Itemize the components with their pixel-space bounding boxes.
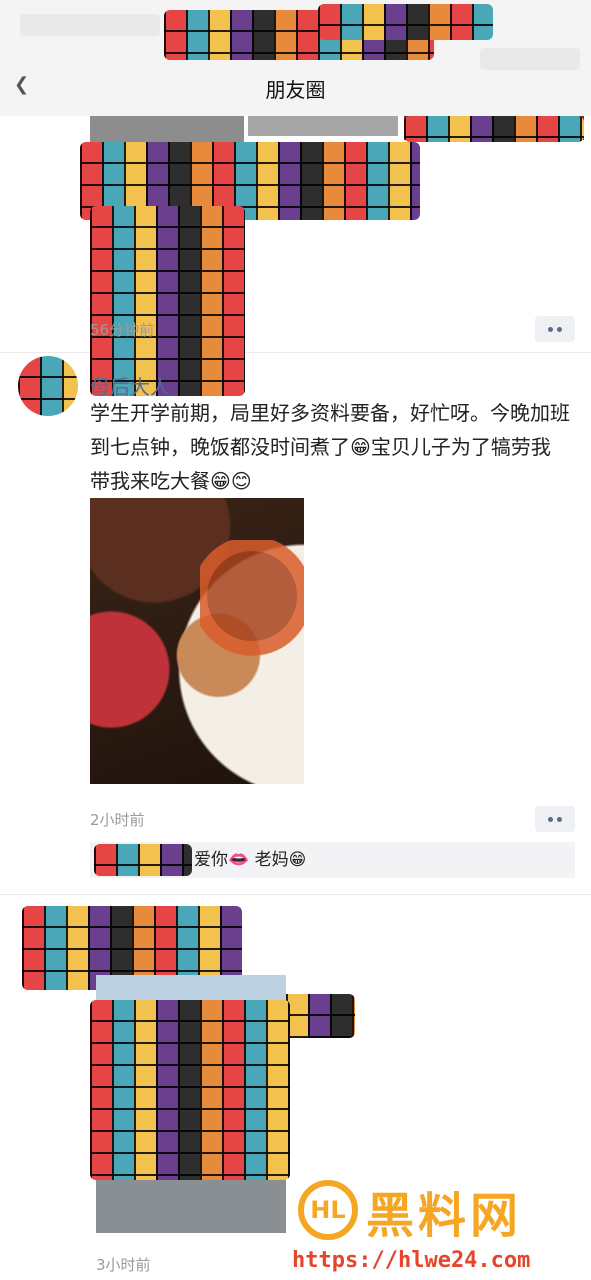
watermark-title: 黑料网	[366, 1188, 523, 1244]
watermark-url: https://hlwe24.com	[292, 1248, 531, 1273]
status-bar-blur	[20, 14, 160, 36]
status-bar-blur-right	[480, 48, 580, 70]
redacted-mosaic	[90, 1000, 290, 1180]
post-time: 2小时前	[90, 811, 145, 829]
watermark-logo-icon: HL	[298, 1180, 358, 1240]
page-title: 朋友圈	[265, 78, 326, 102]
avatar[interactable]	[18, 356, 78, 416]
more-actions-button[interactable]	[535, 316, 575, 342]
comment-text: 爱你👄 老妈😁	[194, 850, 307, 870]
post-time: 3小时前	[96, 1256, 151, 1274]
redacted-mosaic	[94, 844, 192, 876]
moment-post: 56分钟前	[0, 116, 591, 396]
redacted-mosaic	[404, 116, 584, 142]
redacted-mosaic	[318, 4, 493, 40]
post-time: 56分钟前	[90, 321, 155, 339]
post-text: 学生开学前期，局里好多资料要备，好忙呀。今晚加班到七点钟，晚饭都没时间煮了😁宝贝…	[90, 401, 570, 493]
post-photo-detail	[200, 540, 304, 680]
more-actions-button[interactable]	[535, 806, 575, 832]
post-image[interactable]	[248, 116, 398, 136]
